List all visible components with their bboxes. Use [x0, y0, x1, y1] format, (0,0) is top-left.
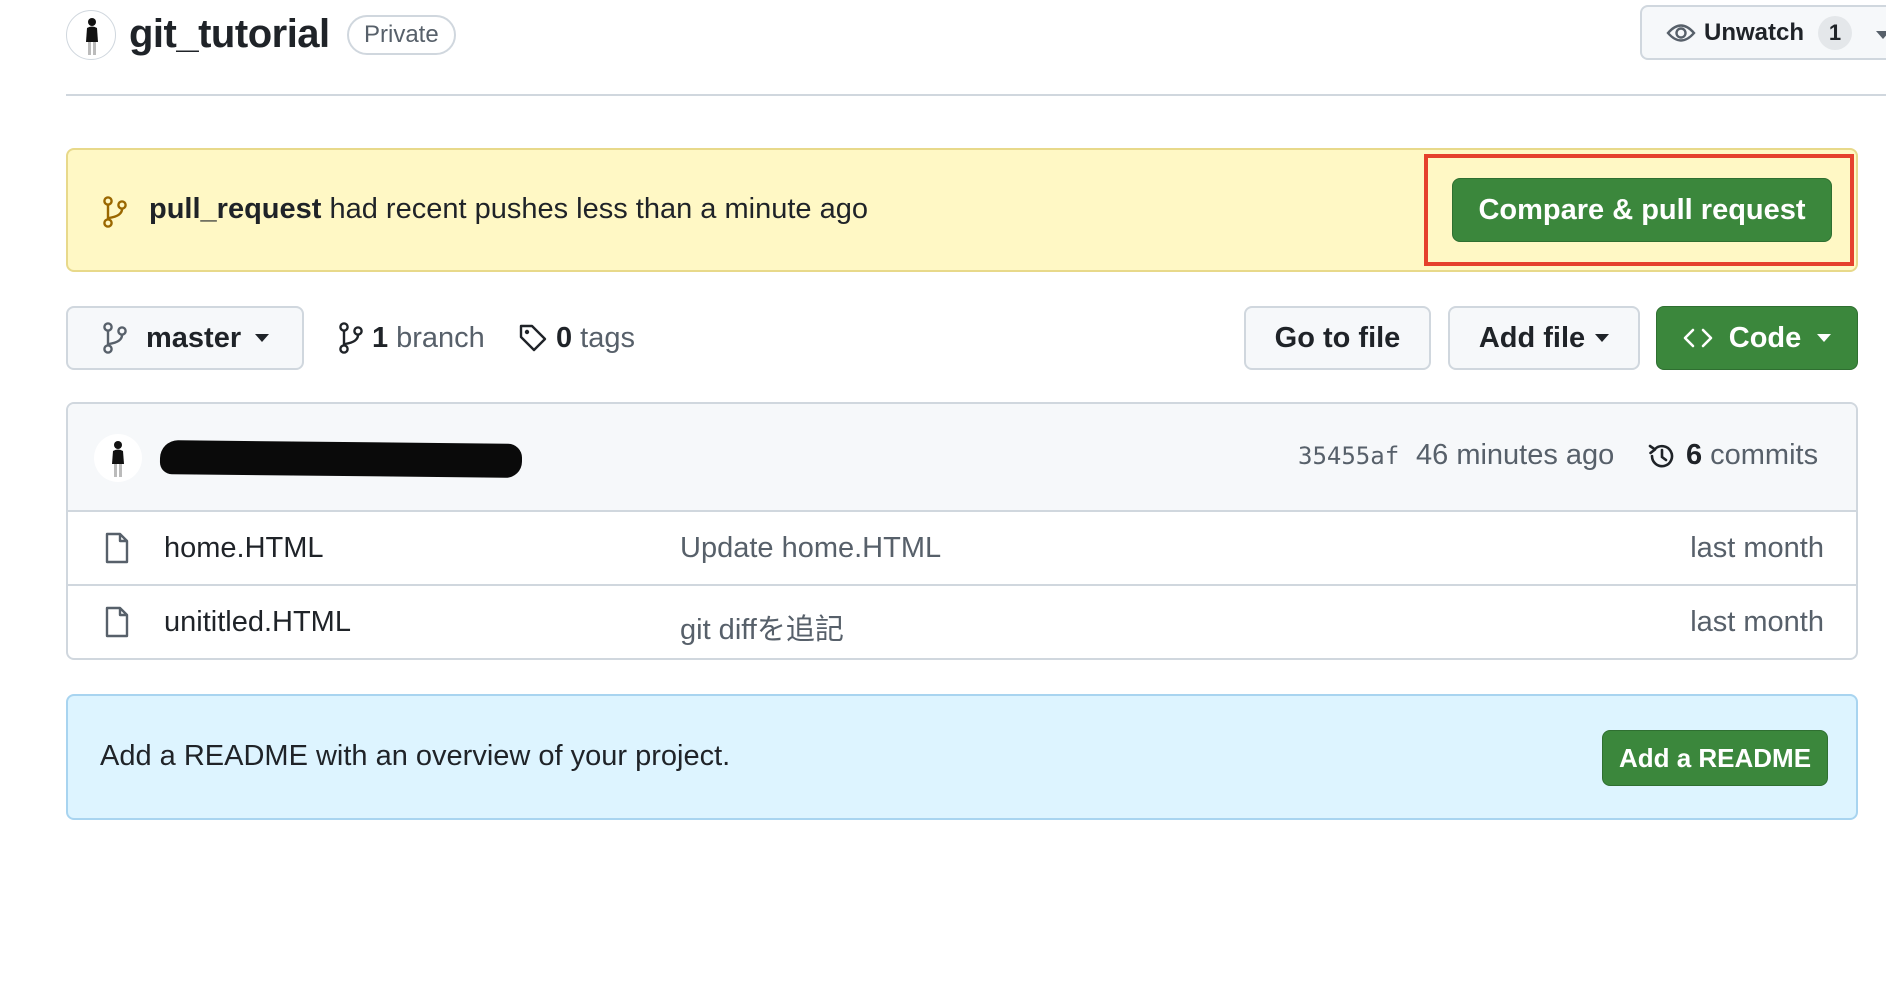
commits-link[interactable]: 6 commits: [1646, 439, 1818, 472]
push-message-text: had recent pushes less than a minute ago: [321, 193, 868, 225]
add-file-label: Add file: [1478, 321, 1586, 354]
tag-icon: [518, 323, 548, 353]
branch-selector[interactable]: master: [66, 306, 304, 370]
git-branch-icon: [102, 322, 128, 354]
git-branch-icon: [338, 322, 364, 354]
file-row: unititled.HTML git diffを追記 last month: [68, 586, 1856, 658]
visibility-badge: Private: [347, 15, 456, 55]
compare-pull-request-button[interactable]: Compare & pull request: [1452, 178, 1832, 242]
code-button[interactable]: Code: [1656, 306, 1858, 370]
file-icon: [104, 532, 130, 564]
branch-count: 1: [372, 321, 389, 354]
tag-count: 0: [556, 321, 573, 354]
file-commit-message[interactable]: Update home.HTML: [680, 532, 941, 565]
add-file-button[interactable]: Add file: [1448, 306, 1640, 370]
code-label: Code: [1728, 321, 1802, 354]
file-row: home.HTML Update home.HTML last month: [68, 512, 1856, 586]
unwatch-button[interactable]: Unwatch 1: [1640, 5, 1886, 60]
commit-time[interactable]: 46 minutes ago: [1416, 439, 1614, 472]
committer-avatar[interactable]: [94, 434, 142, 482]
repo-name[interactable]: git_tutorial: [129, 12, 330, 57]
file-commit-age: last month: [1690, 532, 1824, 564]
add-readme-banner: Add a README with an overview of your pr…: [66, 694, 1858, 820]
chevron-down-icon: [1817, 334, 1832, 342]
file-icon: [104, 606, 130, 638]
file-name[interactable]: home.HTML: [164, 532, 324, 565]
git-branch-icon: [103, 196, 127, 228]
history-icon: [1646, 440, 1678, 472]
file-commit-age: last month: [1690, 606, 1824, 638]
repo-page: git_tutorial Private Unwatch 1 pull_requ…: [0, 0, 1886, 986]
chevron-down-icon: [1595, 334, 1610, 342]
commit-count: 6: [1686, 439, 1703, 471]
owner-avatar[interactable]: [66, 10, 116, 60]
code-icon: [1683, 327, 1713, 349]
push-branch-name[interactable]: pull_request: [149, 193, 321, 225]
current-branch-label: master: [146, 321, 242, 354]
chevron-down-icon: [255, 334, 270, 342]
readme-prompt-text: Add a README with an overview of your pr…: [100, 740, 731, 772]
file-list: 35455af 46 minutes ago 6 commits home.HT…: [66, 402, 1858, 660]
tags-link[interactable]: 0 tags: [518, 318, 635, 358]
eye-icon: [1666, 23, 1696, 42]
file-commit-message[interactable]: git diffを追記: [680, 606, 844, 648]
commit-count-label: commits: [1710, 439, 1819, 471]
commit-sha[interactable]: 35455af: [1298, 442, 1399, 470]
unwatch-label: Unwatch: [1704, 18, 1805, 46]
branch-count-label: branch: [396, 321, 485, 354]
tag-count-label: tags: [580, 321, 635, 354]
chevron-down-icon: [1876, 31, 1886, 39]
repo-header: git_tutorial Private Unwatch 1: [66, 5, 1886, 96]
redacted-commit-message: [159, 440, 523, 478]
branches-link[interactable]: 1 branch: [338, 318, 485, 358]
file-name[interactable]: unititled.HTML: [164, 606, 351, 639]
latest-commit-row: 35455af 46 minutes ago 6 commits: [68, 404, 1856, 512]
go-to-file-button[interactable]: Go to file: [1244, 306, 1431, 370]
push-message: pull_request had recent pushes less than…: [149, 193, 868, 226]
add-readme-button[interactable]: Add a README: [1602, 730, 1828, 786]
watch-count: 1: [1818, 15, 1853, 50]
